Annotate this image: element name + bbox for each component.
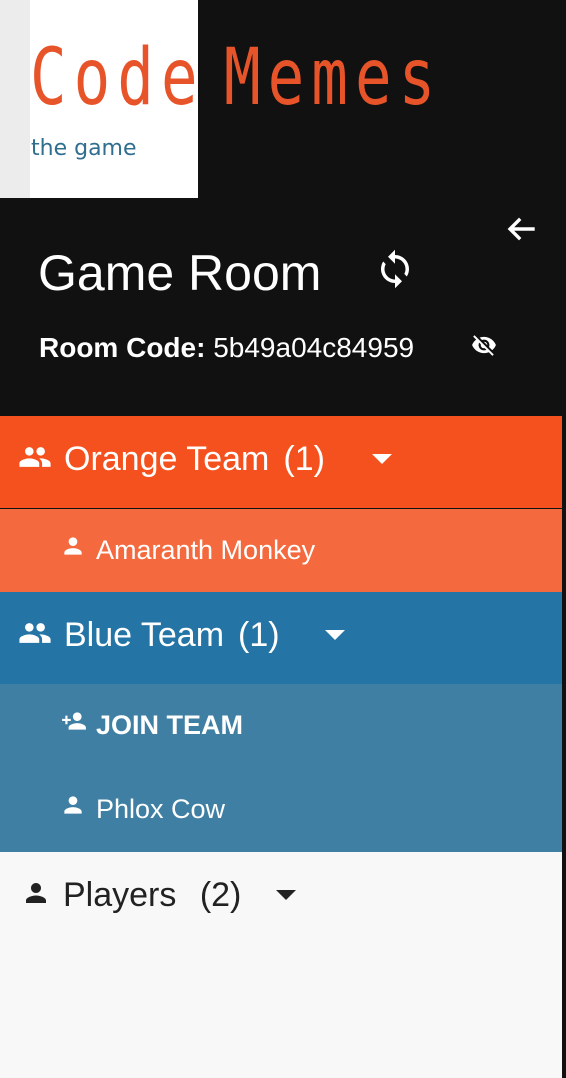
- team-header-orange[interactable]: Orange Team (1): [0, 416, 562, 508]
- team-name-blue: Blue Team (1): [64, 616, 280, 655]
- room-code-value: 5b49a04c84959: [213, 332, 415, 363]
- member-name: Amaranth Monkey: [96, 535, 316, 565]
- join-team-button[interactable]: JOIN TEAM: [0, 684, 562, 768]
- arrow-left-icon[interactable]: [505, 216, 535, 242]
- person-icon: [59, 792, 87, 818]
- players-title: Players (2): [63, 876, 241, 915]
- players-header[interactable]: Players (2): [0, 852, 562, 940]
- eye-off-icon[interactable]: [469, 332, 499, 358]
- team-count: (1): [283, 440, 325, 478]
- member-name: Phlox Cow: [96, 794, 226, 824]
- group-icon: [18, 444, 52, 470]
- players-section: Players (2): [0, 852, 562, 1078]
- team-member-row: Amaranth Monkey: [0, 509, 562, 593]
- team-name-orange: Orange Team (1): [64, 440, 325, 479]
- join-team-label: JOIN TEAM: [96, 710, 244, 740]
- room-panel: Game Room Room Code: 5b49a04c84959: [0, 198, 566, 416]
- person-add-icon: [59, 708, 87, 734]
- room-code-label: Room Code:: [39, 332, 206, 363]
- page-title: Game Room: [38, 245, 322, 301]
- refresh-icon[interactable]: [374, 248, 416, 290]
- group-icon: [18, 620, 52, 646]
- person-icon: [59, 533, 87, 559]
- players-count: (2): [199, 876, 242, 914]
- room-code: Room Code: 5b49a04c84959: [39, 332, 414, 364]
- scrollbar-rail: [562, 198, 566, 1078]
- logo-word-code: Code: [30, 33, 205, 123]
- players-label: Players: [63, 876, 177, 914]
- team-label: Orange Team: [64, 440, 270, 478]
- chevron-down-icon: [372, 454, 392, 464]
- team-count: (1): [238, 616, 280, 654]
- chevron-down-icon: [325, 630, 345, 640]
- team-member-row: Phlox Cow: [0, 768, 562, 852]
- logo-word-memes: Memes: [224, 33, 443, 123]
- logo-edge: [0, 0, 30, 198]
- team-header-blue[interactable]: Blue Team (1): [0, 592, 562, 684]
- person-icon: [21, 878, 51, 908]
- app-header: Code Memes the game: [0, 0, 566, 198]
- chevron-down-icon: [276, 890, 296, 900]
- logo-subtitle: the game: [31, 136, 137, 161]
- team-label: Blue Team: [64, 616, 225, 654]
